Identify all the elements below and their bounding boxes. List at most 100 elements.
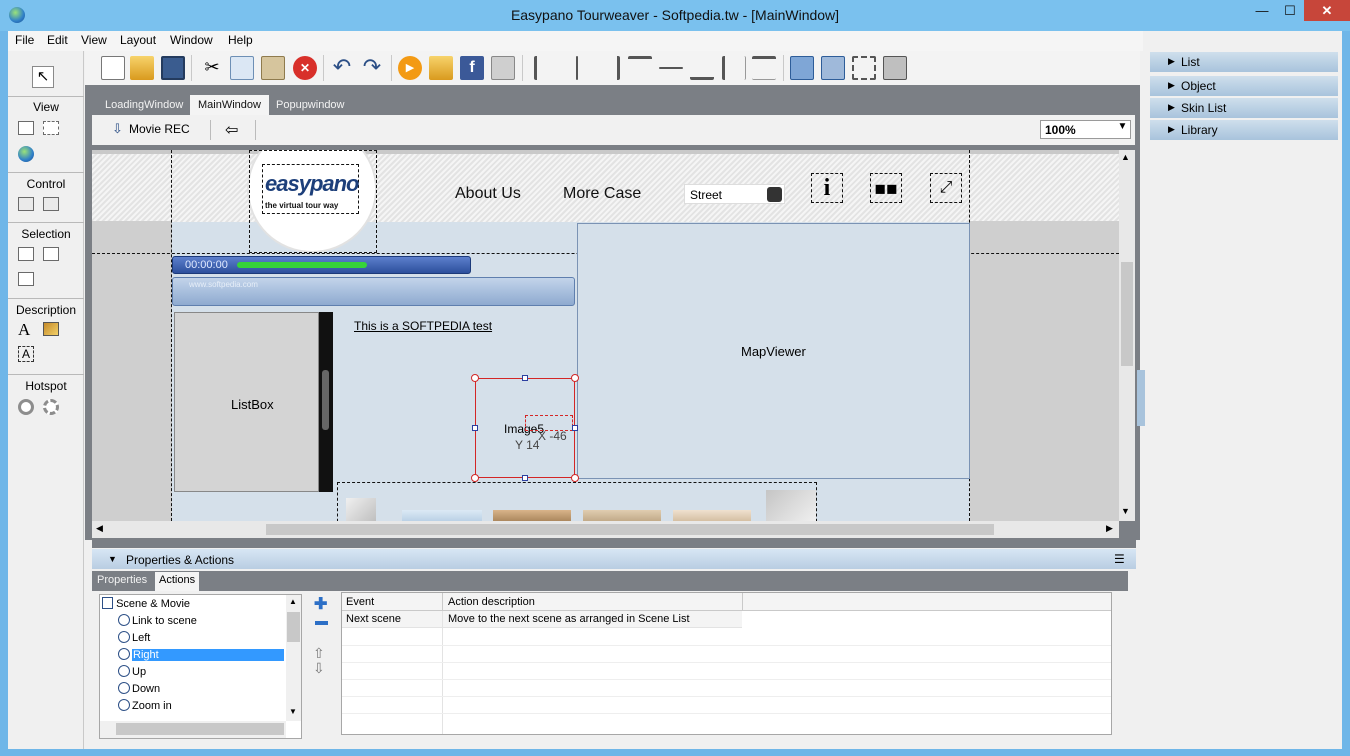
fullscreen-icon[interactable]: ⤢ [930,173,962,203]
group-icon[interactable] [852,56,876,80]
facebook-icon[interactable]: f [460,56,484,80]
combo-select-icon[interactable] [43,247,59,261]
movie-rec-icon[interactable]: ⇩ [112,121,123,137]
tree-item[interactable]: Link to scene [118,614,197,631]
info-icon[interactable]: i [811,173,843,203]
tree-item[interactable]: Down [118,682,160,699]
movie-rec-button[interactable]: Movie REC [129,122,190,136]
publish-icon[interactable] [429,56,453,80]
align-bottom-icon[interactable] [690,56,714,80]
chevron-down-icon[interactable]: ▼ [1115,121,1130,138]
textbox-tool-icon[interactable]: A [18,346,34,362]
tree-item-selected[interactable]: Right [118,648,286,665]
resize-handle[interactable] [571,474,579,482]
pointer-tool-icon[interactable]: ↖ [32,66,54,88]
add-action-icon[interactable]: ✚ [314,594,327,614]
same-width-icon[interactable] [722,56,746,80]
nav-more-case[interactable]: More Case [563,185,641,203]
panel-list[interactable]: ▶ List [1150,52,1338,72]
logo-image[interactable]: easypano the virtual tour way [262,164,359,214]
scroll-down-icon[interactable]: ▼ [289,707,297,716]
globe-icon[interactable] [18,146,34,162]
tree-item[interactable]: Zoom in [118,699,172,716]
open-folder-icon[interactable] [130,56,154,80]
image5-selection[interactable]: Image5 X -46 Y 14 [471,374,579,482]
save-icon[interactable] [161,56,185,80]
preview-icon[interactable]: ▶ [398,56,422,80]
next-thumb-icon[interactable] [766,490,816,521]
polygon-hotspot-icon[interactable] [43,399,59,415]
tree-scroll-thumb[interactable] [287,612,300,642]
move-down-icon[interactable]: ⇩ [313,660,325,677]
text-tool-icon[interactable]: A [18,320,30,340]
scroll-up-icon[interactable]: ▲ [1121,152,1130,162]
listbox-scrollbar[interactable] [319,312,333,492]
world-map-icon[interactable]: ◼◼ [870,173,902,203]
copy-icon[interactable] [230,56,254,80]
scroll-right-icon[interactable]: ▶ [1106,523,1113,534]
image-tool-icon[interactable] [43,322,59,336]
scroll-down-icon[interactable]: ▼ [1121,506,1130,516]
align-left-icon[interactable] [534,56,558,80]
tree-hscroll[interactable] [100,721,286,738]
minimize-button[interactable]: — [1248,0,1276,21]
listbox[interactable]: ListBox [174,312,319,492]
vscroll-thumb[interactable] [1121,262,1133,366]
expand-icon[interactable]: ▶ [1168,56,1175,67]
tree-item[interactable]: Left [118,631,150,648]
tab-loadingwindow[interactable]: LoadingWindow [97,95,191,115]
resize-handle[interactable] [471,474,479,482]
check-select-icon[interactable] [18,272,34,286]
remove-action-icon[interactable] [315,621,328,625]
title-bar-control[interactable]: www.softpedia.com [172,277,575,306]
tree-root[interactable]: Scene & Movie [102,597,190,614]
thumbnail-strip[interactable] [337,482,817,521]
scroll-left-icon[interactable]: ◀ [96,523,103,534]
align-right-icon[interactable] [596,56,620,80]
select-arrow-icon[interactable] [767,187,782,202]
thumbnail[interactable] [493,510,571,521]
same-height-icon[interactable] [752,56,776,80]
hscroll-thumb[interactable] [266,524,994,535]
softpedia-link[interactable]: This is a SOFTPEDIA test [354,319,492,333]
scroll-up-icon[interactable]: ▲ [289,597,297,606]
prev-thumb-icon[interactable] [346,498,376,521]
expand-icon[interactable]: ▶ [1168,124,1175,135]
panel-menu-icon[interactable]: ☰ [1114,552,1125,566]
send-back-icon[interactable] [821,56,845,80]
new-file-icon[interactable] [101,56,125,80]
back-arrow-icon[interactable]: ⇦ [225,120,238,140]
export-icon[interactable] [491,56,515,80]
control-button-icon[interactable] [18,197,34,211]
tab-actions[interactable]: Actions [155,572,200,591]
splitter[interactable] [92,540,1136,548]
align-top-icon[interactable] [628,56,652,80]
collapse-icon[interactable]: ▼ [108,554,117,564]
panel-skin-list[interactable]: ▶ Skin List [1150,98,1338,118]
menu-layout[interactable]: Layout [120,33,156,47]
resize-handle[interactable] [472,425,478,431]
canvas-horizontal-scrollbar[interactable]: ◀ ▶ [92,521,1119,538]
mapviewer[interactable]: MapViewer [577,223,970,479]
menu-window[interactable]: Window [170,33,213,47]
canvas-vertical-scrollbar[interactable]: ▲ ▼ [1119,150,1135,521]
ungroup-icon[interactable] [883,56,907,80]
menu-help[interactable]: Help [228,33,253,47]
tree-item[interactable]: Up [118,665,146,682]
listbox-scroll-thumb[interactable] [322,370,329,430]
resize-handle[interactable] [522,475,528,481]
column-event[interactable]: Event [346,596,374,608]
menu-file[interactable]: File [15,33,34,47]
action-tree[interactable]: Scene & Movie Link to scene Left Right U… [99,594,302,739]
list-select-icon[interactable] [18,247,34,261]
delete-icon[interactable]: ✕ [293,56,317,80]
paste-icon[interactable] [261,56,285,80]
view-image-icon[interactable] [43,121,59,135]
panel-object[interactable]: ▶ Object [1150,76,1338,96]
align-center-icon[interactable] [576,56,578,80]
view-window-icon[interactable] [18,121,34,135]
thumbnail[interactable] [402,510,482,521]
redo-icon[interactable]: ↷ [360,56,384,80]
street-select[interactable]: Street [684,184,785,204]
nav-about-us[interactable]: About Us [455,185,521,203]
